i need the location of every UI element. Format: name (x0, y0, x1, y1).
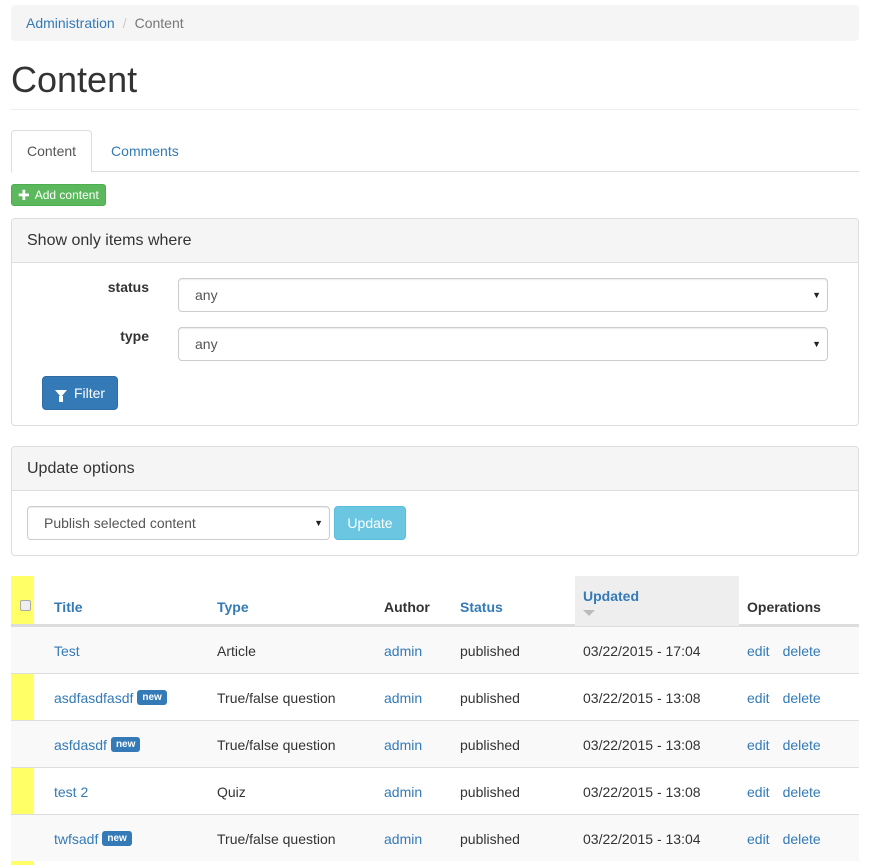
plus-icon: ✚ (18, 187, 30, 203)
column-header-operations: Operations (747, 599, 821, 615)
column-header-author: Author (384, 599, 430, 615)
row-title-link[interactable]: test 2 (54, 784, 88, 800)
row-author-link[interactable]: admin (384, 784, 422, 800)
status-row: status (12, 279, 149, 295)
row-status: published (460, 642, 520, 659)
chevron-down-icon: ▼ (812, 339, 821, 349)
row-edit-link[interactable]: edit (747, 643, 770, 659)
filter-icon (54, 389, 67, 402)
breadcrumb-separator: / (122, 15, 127, 31)
row-delete-link[interactable]: delete (783, 831, 821, 847)
add-content-label: Add content (34, 188, 99, 202)
new-badge: new (137, 690, 167, 705)
row-edit-link[interactable]: edit (747, 831, 770, 847)
table-row: test 2 Quiz admin published 03/22/2015 -… (11, 767, 859, 814)
row-edit-link[interactable]: edit (747, 737, 770, 753)
row-author-link[interactable]: admin (384, 690, 422, 706)
tab-bar: Content Comments (11, 130, 859, 173)
row-author-link[interactable]: admin (384, 737, 422, 753)
tab-comments[interactable]: Comments (95, 130, 195, 172)
status-label: status (107, 279, 149, 295)
row-updated: 03/22/2015 - 13:08 (583, 783, 701, 800)
row-title-link[interactable]: Test (54, 643, 80, 659)
row-status: published (460, 736, 520, 753)
type-row: type (12, 328, 149, 344)
row-delete-link[interactable]: delete (783, 784, 821, 800)
row-type: True/false question (217, 830, 336, 847)
row-title-link[interactable]: asfdasdf (54, 737, 107, 753)
status-select[interactable]: any ▼ (178, 278, 828, 312)
new-badge: new (110, 737, 141, 752)
select-all-checkbox[interactable] (20, 600, 31, 611)
filter-button-label: Filter (73, 385, 106, 401)
row-title-link[interactable]: asdfasdfasdf (54, 690, 133, 706)
tab-content[interactable]: Content (11, 130, 93, 173)
row-author-link[interactable]: admin (384, 643, 422, 659)
column-header-type[interactable]: Type (217, 576, 249, 626)
type-label: type (120, 328, 149, 344)
row-author-link[interactable]: admin (384, 831, 422, 847)
row-edit-link[interactable]: edit (747, 784, 770, 800)
new-badge: new (102, 831, 132, 846)
update-button[interactable]: Update (334, 506, 406, 540)
update-options-heading: Update options (12, 447, 858, 491)
row-updated: 03/22/2015 - 13:08 (583, 689, 701, 706)
add-content-button[interactable]: ✚ Add content (11, 184, 106, 206)
breadcrumb: Administration / Content (11, 5, 859, 41)
row-delete-link[interactable]: delete (783, 690, 821, 706)
chevron-down-icon: ▼ (812, 290, 821, 300)
row-status: published (460, 689, 520, 706)
chevron-down-icon: ▼ (314, 518, 323, 528)
row-type: Article (217, 642, 256, 659)
row-type: True/false question (217, 736, 336, 753)
column-header-updated[interactable]: Updated (575, 576, 739, 626)
row-updated: 03/22/2015 - 13:08 (583, 736, 701, 753)
table-row: asfdasdf new True/false question admin p… (11, 720, 859, 767)
row-updated: 03/22/2015 - 17:04 (583, 642, 701, 659)
column-header-updated-label[interactable]: Updated (583, 588, 639, 604)
filter-panel: Show only items where status any ▼ type … (11, 218, 859, 426)
type-select-value: any (195, 336, 218, 352)
sort-descending-icon (583, 610, 595, 616)
row-type: Quiz (217, 783, 246, 800)
table-row: asdfasdfasdf new True/false question adm… (11, 673, 859, 720)
table-row: twfsadf new True/false question admin pu… (11, 814, 859, 861)
filter-panel-heading: Show only items where (12, 219, 858, 263)
table-header: Title Type Author Status Updated Operati… (11, 576, 859, 626)
update-action-select[interactable]: Publish selected content ▼ (27, 506, 330, 540)
row-delete-link[interactable]: delete (783, 643, 821, 659)
type-select[interactable]: any ▼ (178, 327, 828, 361)
status-select-value: any (195, 287, 218, 303)
row-updated: 03/22/2015 - 13:04 (583, 830, 701, 847)
breadcrumb-current: Content (134, 15, 184, 31)
update-action-value: Publish selected content (44, 515, 196, 531)
table-row: Test Article admin published 03/22/2015 … (11, 626, 859, 673)
row-delete-link[interactable]: delete (783, 737, 821, 753)
row-status: published (460, 783, 520, 800)
update-options-panel: Update options Publish selected content … (11, 446, 859, 556)
breadcrumb-administration-link[interactable]: Administration (26, 15, 115, 31)
column-header-title[interactable]: Title (54, 576, 83, 626)
row-type: True/false question (217, 689, 336, 706)
row-title-link[interactable]: twfsadf (54, 831, 98, 847)
row-edit-link[interactable]: edit (747, 690, 770, 706)
filter-button[interactable]: Filter (42, 376, 118, 410)
row-status: published (460, 830, 520, 847)
page-title: Content (11, 58, 859, 110)
column-header-status[interactable]: Status (460, 576, 503, 626)
